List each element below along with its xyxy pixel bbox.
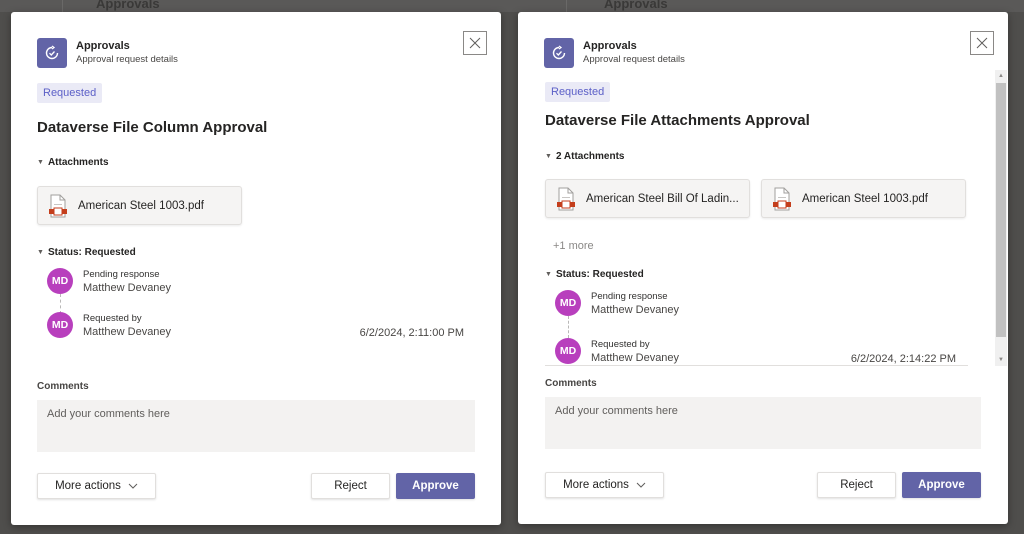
comments-label: Comments [545,378,597,389]
timeline-connector [60,294,61,314]
dialog-header: Approvals Approval request details [544,38,685,68]
timeline-entry: MD Pending response Matthew Devaney [47,268,475,296]
status-toggle[interactable]: ▼ Status: Requested [37,246,475,260]
request-title: Dataverse File Column Approval [37,119,268,136]
status-badge: Requested [545,82,611,102]
approval-dialog-file-column: Approvals Approval request details Reque… [11,12,501,525]
scroll-bottom-border [545,365,968,366]
status-toggle[interactable]: ▼ Status: Requested [545,268,968,282]
entry-person: Matthew Devaney [591,304,680,316]
timeline-connector [568,316,569,338]
approvals-icon [37,38,67,68]
reject-button[interactable]: Reject [817,472,896,498]
entry-person: Matthew Devaney [83,282,172,294]
avatar: MD [47,312,73,338]
entry-label: Pending response [591,291,668,302]
caret-down-icon: ▼ [37,249,44,256]
timeline-entry: MD Requested by Matthew Devaney 6/2/2024… [555,338,968,366]
approve-button[interactable]: Approve [396,473,475,499]
avatar: MD [555,338,581,364]
app-subtitle: Approval request details [583,54,685,65]
entry-timestamp: 6/2/2024, 2:11:00 PM [359,327,464,339]
app-name: Approvals [76,40,130,52]
background-app-strip-right: Approvals [512,0,1024,12]
attachment-card[interactable]: American Steel 1003.pdf [761,179,966,218]
caret-down-icon: ▼ [545,153,552,160]
more-actions-button[interactable]: More actions [37,473,156,499]
pdf-file-icon [49,194,67,217]
scrollbar-thumb[interactable] [996,83,1006,337]
attachments-toggle[interactable]: ▼ 2 Attachments [545,150,968,164]
approvals-icon [544,38,574,68]
background-title: Approvals [604,0,668,11]
status-label: Status: Requested [555,269,644,280]
attachments-label: Attachments [47,157,109,168]
reject-button[interactable]: Reject [311,473,390,499]
attachment-name: American Steel Bill Of Ladin... [586,192,739,205]
app-subtitle: Approval request details [76,54,178,65]
entry-label: Requested by [591,339,650,350]
caret-down-icon: ▼ [545,271,552,278]
close-icon [976,37,988,49]
app-name: Approvals [583,40,637,52]
comments-input[interactable] [37,400,475,452]
attachment-card[interactable]: American Steel 1003.pdf [37,186,242,225]
status-timeline: MD Pending response Matthew Devaney MD R… [47,268,475,340]
close-button[interactable] [970,31,994,55]
request-title: Dataverse File Attachments Approval [545,112,810,129]
more-attachments-link[interactable]: +1 more [553,240,968,252]
entry-person: Matthew Devaney [83,326,172,338]
scroll-down-arrow-icon[interactable]: ▼ [995,354,1007,366]
background-divider [566,0,567,12]
approve-button[interactable]: Approve [902,472,981,498]
vertical-scrollbar[interactable]: ▲ ▼ [995,70,1007,366]
status-timeline: MD Pending response Matthew Devaney MD R… [555,290,968,366]
caret-down-icon: ▼ [37,159,44,166]
approval-dialog-file-attachments: Approvals Approval request details Reque… [518,12,1008,524]
timeline-entry: MD Requested by Matthew Devaney 6/2/2024… [47,312,475,340]
attachment-card[interactable]: American Steel Bill Of Ladin... [545,179,750,218]
entry-label: Pending response [83,269,160,280]
details-scroll-region[interactable]: Requested Dataverse File Attachments App… [518,70,1008,366]
timeline-entry: MD Pending response Matthew Devaney [555,290,968,318]
background-divider [62,0,63,12]
close-button[interactable] [463,31,487,55]
chevron-down-icon [128,483,138,489]
comments-label: Comments [37,381,89,392]
more-actions-button[interactable]: More actions [545,472,664,498]
more-actions-label: More actions [563,479,629,491]
status-badge: Requested [37,83,103,103]
status-label: Status: Requested [47,247,136,258]
more-actions-label: More actions [55,480,121,492]
comments-input[interactable] [545,397,981,449]
pdf-file-icon [557,187,575,210]
attachments-label: 2 Attachments [555,151,625,162]
background-app-strip-left: Approvals [0,0,512,12]
avatar: MD [555,290,581,316]
entry-person: Matthew Devaney [591,352,680,364]
avatar: MD [47,268,73,294]
attachments-toggle[interactable]: ▼ Attachments [37,156,475,170]
scroll-up-arrow-icon[interactable]: ▲ [995,70,1007,82]
attachment-name: American Steel 1003.pdf [78,199,204,212]
dialog-header: Approvals Approval request details [37,38,178,68]
attachment-name: American Steel 1003.pdf [802,192,928,205]
entry-timestamp: 6/2/2024, 2:14:22 PM [850,353,956,365]
chevron-down-icon [636,482,646,488]
background-title: Approvals [96,0,160,11]
pdf-file-icon [773,187,791,210]
close-icon [469,37,481,49]
entry-label: Requested by [83,313,142,324]
